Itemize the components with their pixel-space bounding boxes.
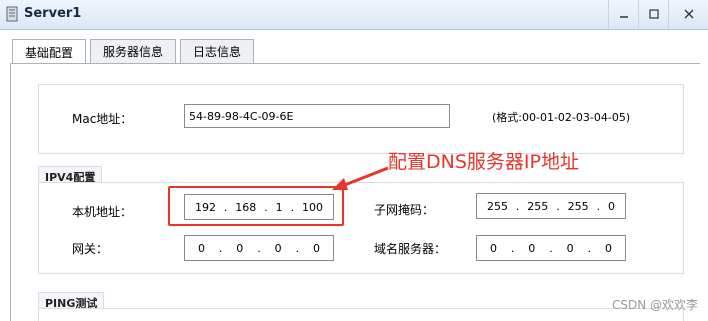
title-bar: Server1 [0,0,708,30]
minimize-button[interactable] [608,0,638,28]
gateway-input[interactable]: 0. 0. 0. 0 [184,235,334,261]
watermark: CSDN @欢欢李 [611,298,698,312]
ping-panel [38,308,684,321]
ip-octet: 0 [566,241,574,255]
mac-field[interactable]: 54-89-98-4C-09-6E [184,104,450,128]
ip-octet: 0 [197,241,205,255]
ip-octet: 255 [486,199,508,213]
ip-octet: 0 [604,241,612,255]
maximize-icon [648,9,659,19]
close-button[interactable] [668,0,708,28]
ip-octet: 0 [274,241,282,255]
close-icon [684,9,693,19]
ip-octet: 0 [489,241,497,255]
host-ip-label: 本机地址： [72,205,133,219]
annotation-text: 配置DNS服务器IP地址 [388,151,579,173]
tab-bar: 基础配置 服务器信息 日志信息 [12,39,258,64]
tab-log-info[interactable]: 日志信息 [180,39,255,63]
ip-octet: 0 [528,241,536,255]
subnet-mask-input[interactable]: 255. 255. 255. 0 [476,193,626,219]
mac-label: Mac地址： [72,112,133,126]
dns-server-input[interactable]: 0. 0. 0. 0 [476,235,626,261]
window-title: Server1 [24,6,82,21]
subnet-mask-label: 子网掩码： [374,203,435,217]
annotation-arrow-icon [332,166,389,190]
ip-octet: 0 [312,241,320,255]
maximize-button[interactable] [638,0,668,28]
minimize-icon [619,16,628,18]
ip-octet: 0 [607,199,615,213]
ip-octet: 0 [236,241,244,255]
gateway-label: 网关： [72,242,109,256]
annotation-highlight-box [168,186,344,226]
ip-octet: 255 [567,199,589,213]
ip-octet: 255 [527,199,549,213]
server-app-icon [6,6,18,22]
tab-server-info[interactable]: 服务器信息 [90,39,177,63]
dns-server-label: 域名服务器： [374,242,447,256]
mac-format-hint: (格式:00-01-02-03-04-05) [492,111,631,124]
tab-basic-config[interactable]: 基础配置 [12,39,87,64]
